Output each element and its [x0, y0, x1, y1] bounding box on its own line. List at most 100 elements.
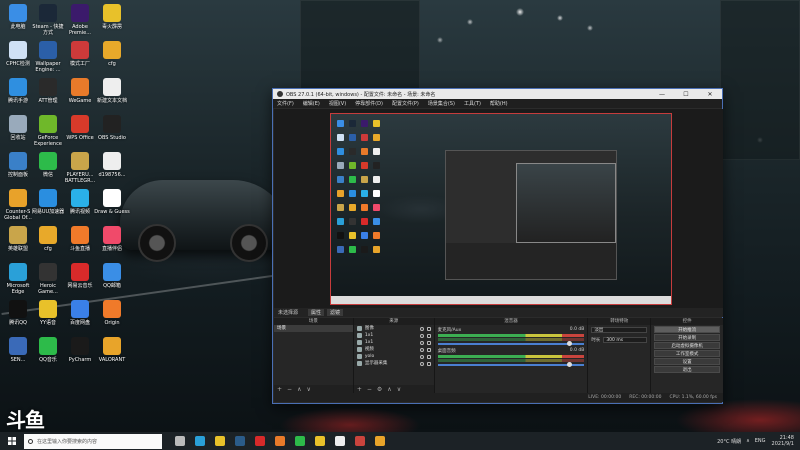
- menu-edit[interactable]: 编辑(E): [303, 100, 320, 107]
- desktop-icon[interactable]: Heroic Game...: [30, 263, 66, 295]
- minimize-button[interactable]: —: [650, 91, 674, 98]
- edge-icon[interactable]: [195, 436, 205, 446]
- source-list-item[interactable]: yolo: [354, 353, 434, 360]
- netease-icon[interactable]: [255, 436, 265, 446]
- add-icon[interactable]: +: [357, 386, 362, 393]
- source-list-item[interactable]: 图像: [354, 325, 434, 332]
- desktop-icon[interactable]: Draw & Guess: [94, 189, 130, 215]
- desktop-icon[interactable]: 毒火霹雳: [94, 4, 130, 30]
- chevron-up-icon[interactable]: ∧: [746, 438, 750, 444]
- desktop-icon[interactable]: 网易UU加速器: [30, 189, 66, 215]
- properties-button[interactable]: 属性: [308, 309, 325, 316]
- desktop-icon[interactable]: Wallpaper Engine: ...: [30, 41, 66, 73]
- volume-slider[interactable]: [437, 362, 585, 367]
- desktop-icon[interactable]: GeForce Experience: [30, 115, 66, 147]
- desktop-icon[interactable]: 斗鱼直播: [62, 226, 98, 252]
- taskbar-clock[interactable]: 21:48 2021/9/1: [772, 435, 794, 447]
- source-list-item[interactable]: 视频: [354, 346, 434, 353]
- desktop-icon[interactable]: ATT管理: [30, 78, 66, 104]
- desktop-icon[interactable]: 新建文本文档: [94, 78, 130, 104]
- virtual-camera-button[interactable]: 启动虚拟摄像机: [654, 342, 721, 349]
- eye-icon[interactable]: [419, 354, 424, 359]
- desktop-icon[interactable]: cfg: [94, 41, 130, 67]
- eye-icon[interactable]: [419, 333, 424, 338]
- desktop-icon[interactable]: 模式工厂: [62, 41, 98, 67]
- obs-preview-area[interactable]: [274, 109, 723, 308]
- desktop-icon[interactable]: cfg: [30, 226, 66, 252]
- wechat-icon[interactable]: [295, 436, 305, 446]
- add-icon[interactable]: +: [277, 386, 282, 393]
- menu-docks[interactable]: 停靠部件(D): [355, 100, 383, 107]
- obs-preview-canvas[interactable]: [330, 113, 672, 305]
- remove-icon[interactable]: −: [287, 386, 292, 393]
- lock-icon[interactable]: [426, 333, 431, 338]
- desktop-icon[interactable]: Steam - 快捷方式: [30, 4, 66, 36]
- eye-icon[interactable]: [419, 326, 424, 331]
- move-up-icon[interactable]: ∧: [387, 386, 391, 393]
- start-streaming-button[interactable]: 开始推流: [654, 326, 721, 333]
- lock-icon[interactable]: [426, 326, 431, 331]
- desktop-icon[interactable]: 网易云音乐: [62, 263, 98, 289]
- menu-tools[interactable]: 工具(T): [464, 100, 481, 107]
- lock-icon[interactable]: [426, 354, 431, 359]
- lock-icon[interactable]: [426, 340, 431, 345]
- desktop-icon[interactable]: 腾讯视频: [62, 189, 98, 215]
- source-list-item[interactable]: 1x1: [354, 339, 434, 346]
- remove-icon[interactable]: −: [367, 386, 372, 393]
- settings-button[interactable]: 设置: [654, 358, 721, 365]
- task-view-icon[interactable]: [175, 436, 185, 446]
- transition-select[interactable]: 淡出: [591, 327, 648, 333]
- lock-icon[interactable]: [426, 361, 431, 366]
- desktop-icon[interactable]: OBS Studio: [94, 115, 130, 141]
- desktop-icon[interactable]: VALORANT: [94, 337, 130, 363]
- start-recording-button[interactable]: 开始录制: [654, 334, 721, 341]
- move-up-icon[interactable]: ∧: [297, 386, 301, 393]
- menu-profile[interactable]: 配置文件(P): [392, 100, 419, 107]
- desktop-icon[interactable]: d198756...: [94, 152, 130, 178]
- desktop-icon[interactable]: YY语音: [30, 300, 66, 326]
- maximize-button[interactable]: ☐: [674, 91, 698, 98]
- studio-mode-button[interactable]: 工作室模式: [654, 350, 721, 357]
- desktop-icon[interactable]: Adobe Premie...: [62, 4, 98, 36]
- desktop-icon[interactable]: QQ音乐: [30, 337, 66, 363]
- desktop-icon[interactable]: WPS Office: [62, 115, 98, 141]
- close-button[interactable]: ✕: [698, 91, 722, 98]
- scene-list-item[interactable]: 场景: [274, 325, 353, 332]
- filters-button[interactable]: 滤镜: [327, 309, 344, 316]
- desktop-icon[interactable]: PyCharm: [62, 337, 98, 363]
- duration-input[interactable]: 300 ms: [603, 337, 648, 343]
- desktop-icon[interactable]: WeGame: [62, 78, 98, 104]
- desktop-icon[interactable]: 微信: [30, 152, 66, 178]
- volume-slider[interactable]: [437, 341, 585, 346]
- desktop-icon[interactable]: QQ邮箱: [94, 263, 130, 289]
- taskbar-search-box[interactable]: 在这里输入你要搜索的内容: [24, 433, 162, 449]
- desktop-icon[interactable]: 直播伴侣: [94, 226, 130, 252]
- steam-icon[interactable]: [235, 436, 245, 446]
- eye-icon[interactable]: [419, 340, 424, 345]
- wegame-icon[interactable]: [275, 436, 285, 446]
- obs-window[interactable]: OBS 27.0.1 (64-bit, windows) - 配置文件: 未命名…: [272, 88, 724, 404]
- eye-icon[interactable]: [419, 361, 424, 366]
- lock-icon[interactable]: [426, 347, 431, 352]
- exit-button[interactable]: 退出: [654, 366, 721, 373]
- explorer-icon[interactable]: [215, 436, 225, 446]
- other-icon[interactable]: [375, 436, 385, 446]
- chrome-icon[interactable]: [315, 436, 325, 446]
- menu-help[interactable]: 帮助(H): [490, 100, 508, 107]
- language-indicator[interactable]: ENG: [755, 438, 766, 444]
- obs-titlebar[interactable]: OBS 27.0.1 (64-bit, windows) - 配置文件: 未命名…: [273, 89, 722, 99]
- start-button[interactable]: [0, 432, 24, 450]
- gear-icon[interactable]: ⚙: [377, 386, 382, 393]
- menu-view[interactable]: 视图(V): [329, 100, 346, 107]
- source-list-item[interactable]: 1x1: [354, 332, 434, 339]
- desktop-icon[interactable]: 百度网盘: [62, 300, 98, 326]
- obs-icon[interactable]: [335, 436, 345, 446]
- weather-widget[interactable]: 20°C 晴朗: [717, 438, 741, 445]
- eye-icon[interactable]: [419, 347, 424, 352]
- source-list-item[interactable]: 显示器采集: [354, 360, 434, 367]
- menu-file[interactable]: 文件(F): [277, 100, 294, 107]
- menu-scene-collection[interactable]: 场景集合(S): [428, 100, 455, 107]
- desktop-icon[interactable]: PLAYERU... BATTLEGR...: [62, 152, 98, 184]
- desktop-icon[interactable]: Origin: [94, 300, 130, 326]
- move-down-icon[interactable]: ∨: [306, 386, 310, 393]
